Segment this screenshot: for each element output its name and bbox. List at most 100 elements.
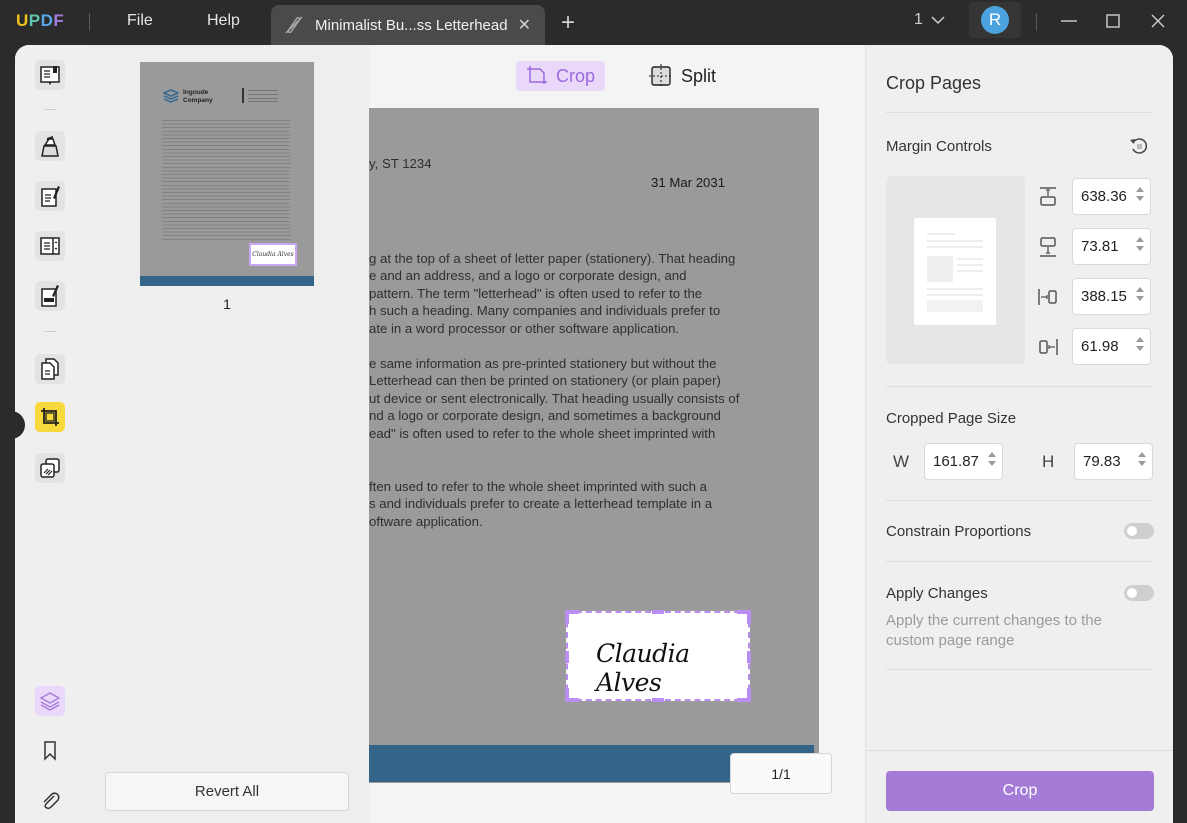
thumbnail-footer <box>140 276 314 286</box>
thumbnail-signature: Claudia Alves <box>249 243 297 266</box>
stepper[interactable] <box>1136 287 1144 301</box>
menu-file[interactable]: File <box>127 12 153 30</box>
avatar-container: R <box>969 2 1021 38</box>
tool-fill-sign[interactable] <box>35 281 65 311</box>
left-toolbar <box>15 45 85 823</box>
crop-handle[interactable] <box>565 610 569 624</box>
stepper[interactable] <box>1136 237 1144 251</box>
page-selector[interactable]: 1 <box>914 11 945 29</box>
apply-changes-toggle[interactable] <box>1124 585 1154 601</box>
close-icon[interactable]: ✕ <box>518 15 531 35</box>
margin-controls-label: Margin Controls <box>886 138 992 155</box>
form-icon <box>40 237 60 255</box>
tool-organize-pages[interactable] <box>35 354 65 384</box>
avatar[interactable]: R <box>981 6 1009 34</box>
pdf-page: y, ST 1234 31 Mar 2031 g at the top of a… <box>369 108 819 783</box>
paragraph-1: g at the top of a sheet of letter paper … <box>369 251 736 336</box>
divider <box>886 561 1153 562</box>
crop-handle[interactable] <box>652 610 664 614</box>
revert-all-button[interactable]: Revert All <box>105 772 349 811</box>
tab-doc-icon <box>285 16 303 34</box>
page-thumbnail[interactable]: Ingoude Company Claudia Alves <box>140 62 314 286</box>
stepper[interactable] <box>1136 187 1144 201</box>
constrain-proportions-label: Constrain Proportions <box>886 523 1032 540</box>
stepper[interactable] <box>1138 452 1146 466</box>
paragraph-2: e same information as pre-printed statio… <box>369 356 740 441</box>
divider <box>44 331 56 332</box>
divider <box>44 109 56 110</box>
crop-icon <box>41 408 59 426</box>
signature-text: Claudia Alves <box>596 639 690 697</box>
divider <box>866 750 1173 751</box>
divider <box>886 669 1153 670</box>
page-number: 1 <box>223 296 231 312</box>
tool-edit-pdf[interactable] <box>35 181 65 211</box>
tool-crop-pages[interactable] <box>35 402 65 432</box>
close-icon[interactable] <box>1147 10 1169 32</box>
constrain-proportions-toggle[interactable] <box>1124 523 1154 539</box>
margin-bottom-icon <box>1040 236 1056 257</box>
sign-document-icon <box>41 285 59 307</box>
margin-bottom-input[interactable]: 73.81 <box>1072 228 1151 265</box>
edit-document-icon <box>41 186 60 207</box>
crop-pages-panel: Crop Pages Margin Controls 638.36 73.81 … <box>865 45 1173 823</box>
minimize-icon[interactable] <box>1058 10 1080 32</box>
cropped-size-label: Cropped Page Size <box>886 410 1017 427</box>
tool-comment[interactable] <box>35 131 65 161</box>
tool-redact[interactable] <box>35 453 65 483</box>
height-input[interactable]: 79.83 <box>1074 443 1153 480</box>
page-selector-value: 1 <box>914 11 923 28</box>
crop-handle[interactable] <box>747 610 751 624</box>
width-label: W <box>893 451 910 471</box>
logo-letter: U <box>16 11 29 30</box>
page-indicator[interactable]: 1/1 <box>730 753 832 794</box>
height-label: H <box>1042 451 1055 471</box>
margin-right-input[interactable]: 61.98 <box>1072 328 1151 365</box>
tab-split[interactable]: Split <box>639 61 726 91</box>
menu-help[interactable]: Help <box>207 12 240 30</box>
stepper[interactable] <box>988 452 996 466</box>
redact-icon <box>40 458 60 478</box>
mode-tabs: Crop Split <box>516 61 726 91</box>
date-text: 31 Mar 2031 <box>651 175 726 190</box>
crop-handle[interactable] <box>747 688 751 702</box>
crop-selection-box[interactable]: Claudia Alves <box>565 610 751 702</box>
document-viewer: Crop Split y, ST 1234 31 Mar 2031 g at t… <box>369 45 865 823</box>
width-input[interactable]: 161.87 <box>924 443 1003 480</box>
logo-letter: P <box>28 11 41 30</box>
chevron-down-icon <box>931 16 945 25</box>
tab-crop[interactable]: Crop <box>516 61 606 91</box>
divider <box>242 88 244 103</box>
address-text: y, ST 1234 <box>369 156 432 171</box>
tab-split-label: Split <box>681 65 717 86</box>
stepper[interactable] <box>1136 337 1144 351</box>
reset-icon[interactable] <box>1128 135 1150 157</box>
crop-page-icon <box>527 66 547 84</box>
crop-handle[interactable] <box>565 688 569 702</box>
margin-top-icon <box>1040 186 1056 206</box>
maximize-icon[interactable] <box>1102 10 1124 32</box>
apply-changes-description: Apply the current changes to the custom … <box>886 612 1102 649</box>
margin-left-input[interactable]: 388.15 <box>1072 278 1151 315</box>
paragraph-3: ften used to refer to the whole sheet im… <box>369 479 713 529</box>
margin-bottom-row: 73.81 <box>1036 228 1151 265</box>
logo-letter: F <box>53 11 65 30</box>
company-name: Ingoude Company <box>183 89 213 104</box>
apply-changes-label: Apply Changes <box>886 585 988 602</box>
tool-bookmark[interactable] <box>35 736 65 766</box>
crop-handle[interactable] <box>565 651 569 663</box>
tool-layers[interactable] <box>35 686 65 716</box>
margin-right-row: 61.98 <box>1036 328 1151 365</box>
margin-top-input[interactable]: 638.36 <box>1072 178 1151 215</box>
tool-reader[interactable] <box>35 60 65 90</box>
tool-form[interactable] <box>35 231 65 261</box>
crop-handle[interactable] <box>747 651 751 663</box>
crop-button[interactable]: Crop <box>886 771 1154 811</box>
updf-logo: UPDF <box>16 11 64 31</box>
app-body: Ingoude Company Claudia Alves 1 Revert Al… <box>15 45 1173 823</box>
divider <box>886 112 1153 113</box>
tool-attachment[interactable] <box>35 786 65 816</box>
new-tab-button[interactable]: + <box>561 9 575 37</box>
crop-handle[interactable] <box>652 698 664 702</box>
document-tab[interactable]: Minimalist Bu...ss Letterhead ✕ <box>271 5 545 45</box>
